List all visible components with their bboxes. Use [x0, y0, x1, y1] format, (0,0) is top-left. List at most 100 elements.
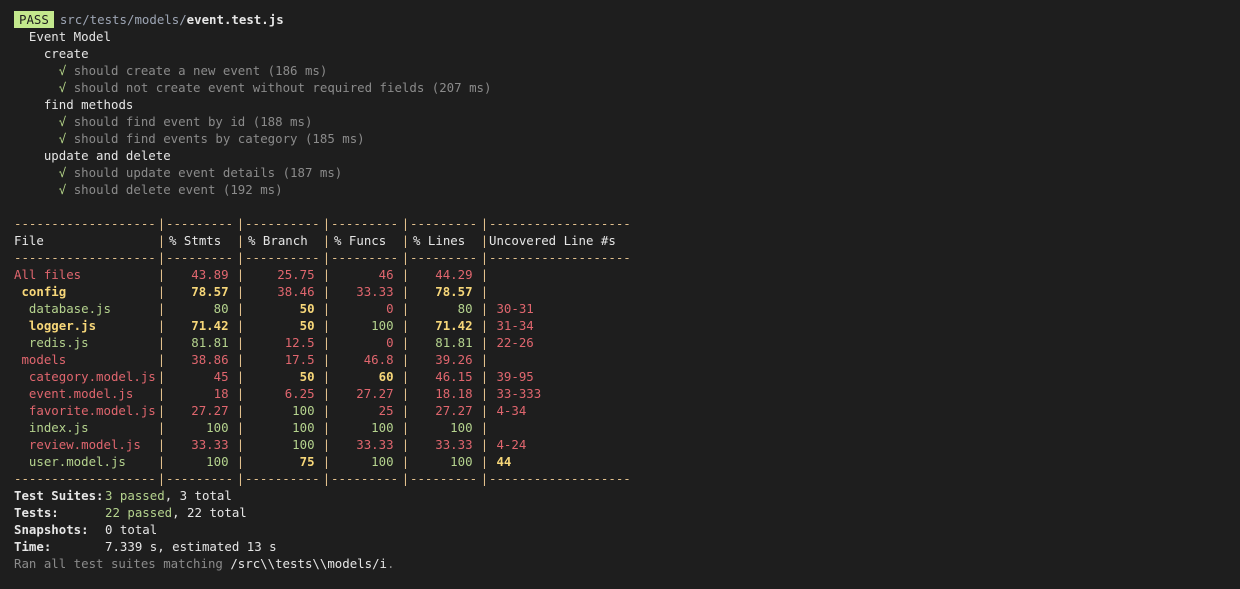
table-pipe: |	[157, 403, 166, 418]
column-header: File	[14, 233, 44, 248]
test-result-line: √ should delete event (192 ms)	[14, 181, 1240, 198]
lines-cell: 46.15	[435, 369, 480, 384]
test-groups: create √ should create a new event (186 …	[14, 45, 1240, 198]
table-pipe: |	[157, 437, 166, 452]
summary-value: 7.339 s, estimated 13 s	[105, 538, 277, 555]
table-pipe: |	[236, 216, 245, 231]
lines-cell: 100	[450, 420, 480, 435]
column-header: % Branch	[248, 233, 308, 248]
funcs-cell: 60	[378, 369, 401, 384]
branch-cell: 17.5	[284, 352, 322, 367]
summary-line: Test Suites: 3 passed, 3 total	[14, 487, 1240, 504]
lines-cell: 80	[457, 301, 480, 316]
table-pipe: |	[401, 437, 410, 452]
table-pipe: |	[322, 454, 331, 469]
summary-rest: , 3 total	[164, 488, 232, 503]
table-pipe: |	[157, 284, 166, 299]
table-pipe: |	[401, 318, 410, 333]
table-pipe: |	[401, 267, 410, 282]
table-pipe: |	[401, 250, 410, 265]
lines-cell: 71.42	[435, 318, 480, 333]
file-cell: user.model.js	[14, 454, 126, 469]
funcs-cell: 100	[371, 318, 401, 333]
test-group-name: create	[43, 46, 89, 61]
table-pipe: |	[236, 233, 245, 248]
table-divider-cell: -------------------	[489, 216, 629, 231]
table-row: event.model.js | 18 | 6.25 | 27.27 | 18.18 | …	[14, 385, 1240, 402]
table-pipe: |	[480, 284, 489, 299]
uncovered-cell: 4-24	[489, 437, 527, 452]
table-pipe: |	[401, 352, 410, 367]
test-group-title: create	[14, 45, 1240, 62]
table-divider-cell: ---------	[410, 471, 478, 486]
column-header: % Stmts	[169, 233, 222, 248]
table-pipe: |	[157, 386, 166, 401]
table-pipe: |	[480, 267, 489, 282]
test-group-name: find methods	[43, 97, 134, 112]
table-pipe: |	[236, 386, 245, 401]
stmts-cell: 45	[213, 369, 236, 384]
table-pipe: |	[480, 403, 489, 418]
file-cell: database.js	[14, 301, 111, 316]
table-pipe: |	[322, 318, 331, 333]
file-cell: event.model.js	[14, 386, 134, 401]
table-pipe: |	[401, 420, 410, 435]
table-row: config | 78.57 | 38.46 | 33.33 | 78.57 |	[14, 283, 1240, 300]
test-group-title: update and delete	[14, 147, 1240, 164]
summary-key: Test Suites:	[14, 488, 104, 503]
branch-cell: 12.5	[284, 335, 322, 350]
table-divider-cell: ----------	[245, 471, 320, 486]
funcs-cell: 33.33	[356, 437, 401, 452]
table-pipe: |	[236, 454, 245, 469]
table-pipe: |	[236, 318, 245, 333]
summary-rest: 7.339 s, estimated 13 s	[105, 539, 277, 554]
summary-value: 22 passed, 22 total	[105, 504, 247, 521]
table-pipe: |	[236, 369, 245, 384]
branch-cell: 6.25	[284, 386, 322, 401]
file-cell: redis.js	[14, 335, 89, 350]
funcs-cell: 100	[371, 420, 401, 435]
table-divider-cell: ----------	[245, 250, 320, 265]
uncovered-cell	[489, 419, 629, 436]
table-pipe: |	[480, 471, 489, 486]
funcs-cell: 33.33	[356, 284, 401, 299]
lines-cell: 100	[450, 454, 480, 469]
table-pipe: |	[480, 335, 489, 350]
stmts-cell: 100	[206, 420, 236, 435]
table-pipe: |	[480, 437, 489, 452]
lines-cell: 78.57	[435, 284, 480, 299]
table-pipe: |	[401, 216, 410, 231]
table-pipe: |	[322, 403, 331, 418]
test-name: should find event by id (188 ms)	[66, 114, 313, 129]
table-pipe: |	[401, 386, 410, 401]
file-cell: logger.js	[14, 318, 97, 333]
uncovered-cell: 30-31	[489, 301, 534, 316]
table-row: database.js | 80 | 50 | 0 | 80 | 30-31	[14, 300, 1240, 317]
table-pipe: |	[322, 420, 331, 435]
uncovered-cell	[489, 283, 629, 300]
table-pipe: |	[401, 403, 410, 418]
table-pipe: |	[322, 250, 331, 265]
test-result-line: √ should find event by id (188 ms)	[14, 113, 1240, 130]
table-header: File |% Stmts |% Branch |% Funcs |% Lines | Un…	[14, 232, 1240, 249]
branch-cell: 75	[299, 454, 322, 469]
lines-cell: 44.29	[435, 267, 480, 282]
table-pipe: |	[236, 335, 245, 350]
table-row: All files | 43.89 | 25.75 | 46 | 44.29 |	[14, 266, 1240, 283]
table-row: favorite.model.js | 27.27 | 100 | 25 | 27.27 …	[14, 402, 1240, 419]
uncovered-cell: 33-333	[489, 386, 542, 401]
table-pipe: |	[401, 335, 410, 350]
file-cell: All files	[14, 267, 82, 282]
test-name: should delete event (192 ms)	[66, 182, 283, 197]
funcs-cell: 27.27	[356, 386, 401, 401]
test-group-title: find methods	[14, 96, 1240, 113]
table-divider-cell: --------------------	[14, 216, 157, 231]
table-pipe: |	[322, 284, 331, 299]
uncovered-cell: 4-34	[489, 403, 527, 418]
file-cell: review.model.js	[14, 437, 141, 452]
table-divider-cell: ---------	[166, 471, 234, 486]
table-pipe: |	[322, 471, 331, 486]
stmts-cell: 33.33	[191, 437, 236, 452]
column-header: % Funcs	[334, 233, 387, 248]
